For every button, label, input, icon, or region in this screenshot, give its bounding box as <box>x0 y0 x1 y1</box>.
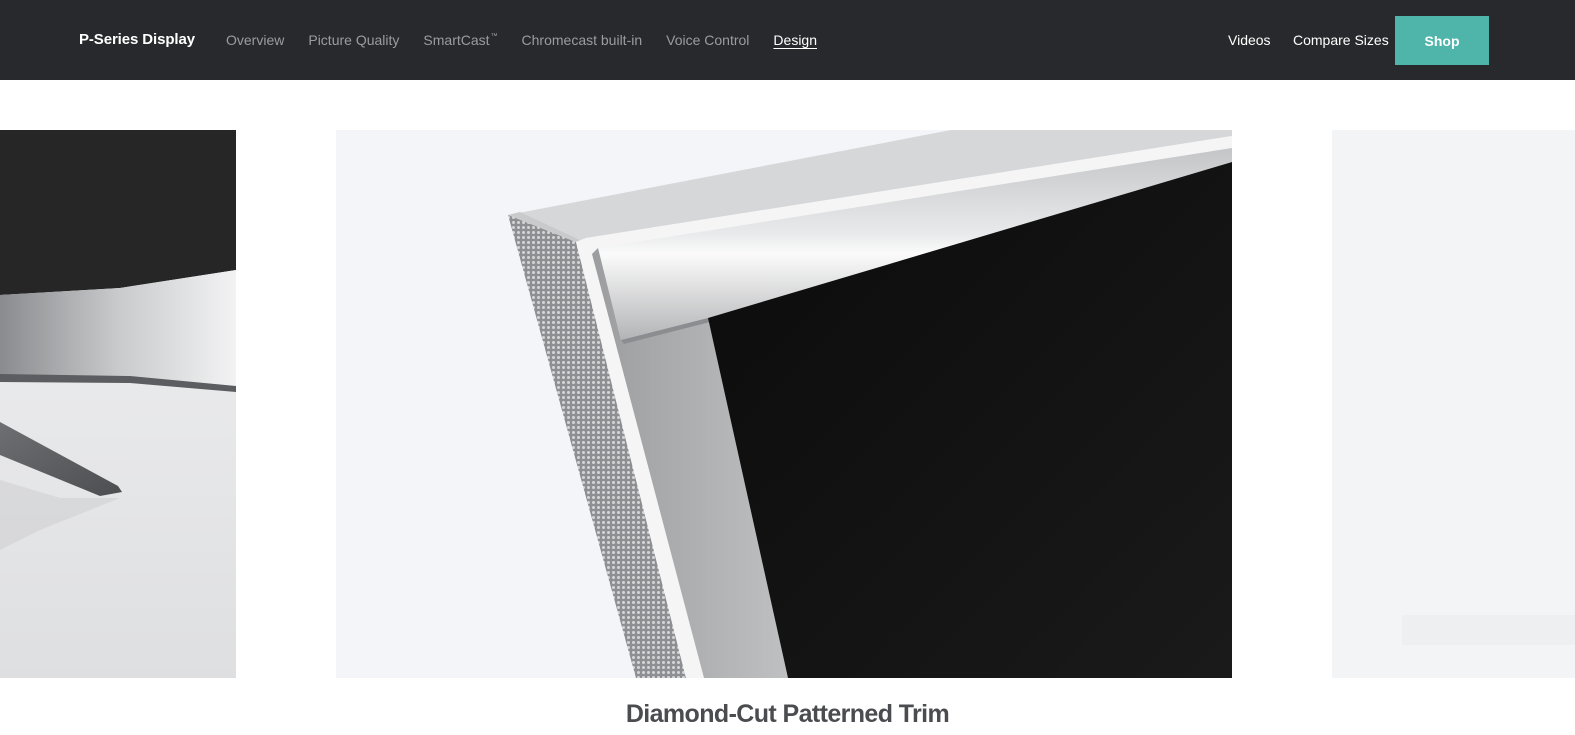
next-slide-image <box>1332 130 1575 678</box>
nav-link-picture-quality[interactable]: Picture Quality <box>308 32 399 48</box>
carousel-slide-previous[interactable] <box>0 130 236 678</box>
carousel-slide-active[interactable] <box>336 130 1232 678</box>
nav-link-compare-sizes[interactable]: Compare Sizes <box>1293 32 1389 48</box>
slide-caption: Diamond-Cut Patterned Trim <box>625 700 950 728</box>
product-name[interactable]: P-Series Display <box>79 31 195 48</box>
top-nav-bar: P-Series Display Overview Picture Qualit… <box>0 0 1575 80</box>
tv-corner-trim-image <box>508 130 1232 678</box>
nav-link-smartcast-label: SmartCast <box>423 32 490 48</box>
tv-stand-image <box>0 130 236 678</box>
carousel-slide-next[interactable] <box>1332 130 1575 678</box>
trademark-mark: ™ <box>490 33 498 40</box>
nav-link-chromecast[interactable]: Chromecast built-in <box>522 32 643 48</box>
section-nav: Overview Picture Quality SmartCast™ Chro… <box>226 32 841 48</box>
nav-link-smartcast[interactable]: SmartCast™ <box>423 32 497 48</box>
nav-link-voice-control[interactable]: Voice Control <box>666 32 749 48</box>
nav-link-design[interactable]: Design <box>773 32 817 48</box>
nav-link-videos[interactable]: Videos <box>1228 32 1271 48</box>
nav-link-overview[interactable]: Overview <box>226 32 284 48</box>
shop-button[interactable]: Shop <box>1395 16 1489 65</box>
